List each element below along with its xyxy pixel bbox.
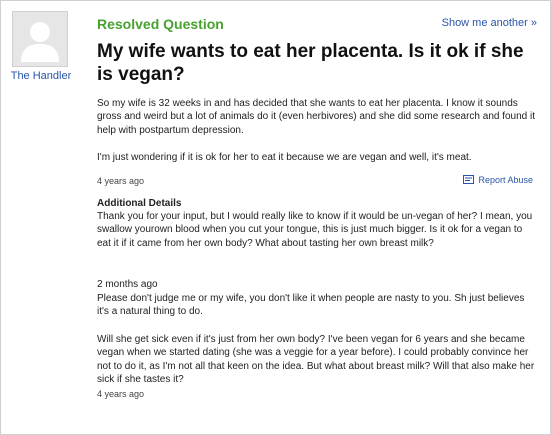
additional-details-heading: Additional Details bbox=[97, 198, 182, 209]
user-silhouette-icon[interactable] bbox=[12, 11, 68, 67]
question-body-paragraph-2: I'm just wondering if it is ok for her t… bbox=[97, 152, 472, 163]
additional-detail-2: Please don't judge me or my wife, you do… bbox=[97, 293, 525, 318]
resolved-status-label: Resolved Question bbox=[97, 16, 224, 32]
question-title: My wife wants to eat her placenta. Is it… bbox=[97, 41, 524, 85]
show-another-link[interactable]: Show me another » bbox=[442, 17, 537, 29]
additional-detail-3-timestamp: 4 years ago bbox=[97, 389, 145, 399]
report-abuse-label: Report Abuse bbox=[478, 175, 533, 185]
question-timestamp: 4 years ago bbox=[97, 176, 145, 186]
question-body-paragraph-1: So my wife is 32 weeks in and has decide… bbox=[97, 98, 536, 136]
additional-detail-1: Thank you for your input, but I would re… bbox=[97, 211, 533, 249]
flag-icon bbox=[463, 175, 475, 185]
user-name-link[interactable]: The Handler bbox=[2, 70, 80, 82]
additional-detail-2-timestamp: 2 months ago bbox=[97, 279, 158, 290]
report-abuse-link[interactable]: Report Abuse bbox=[463, 175, 533, 185]
additional-detail-3: Will she get sick even if it's just from… bbox=[97, 334, 535, 386]
